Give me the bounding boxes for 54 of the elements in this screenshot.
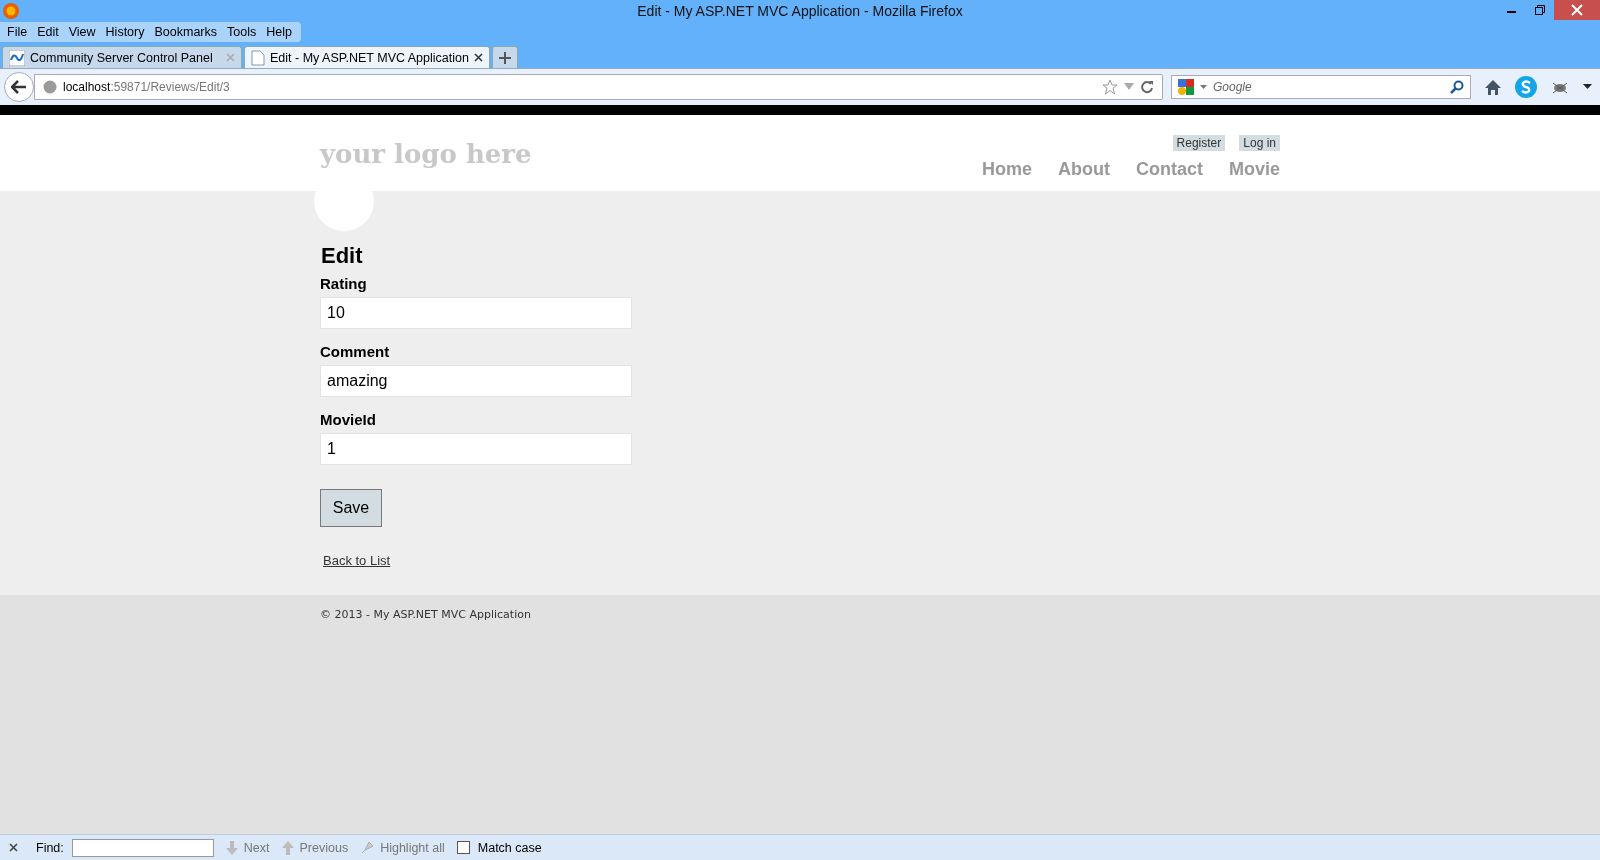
browser-tab[interactable]: Edit - My ASP.NET MVC Application — [244, 46, 490, 68]
close-button[interactable] — [1554, 0, 1600, 20]
search-field[interactable]: Google — [1171, 75, 1471, 99]
dropdown-icon[interactable] — [1200, 84, 1207, 90]
menu-item[interactable]: File — [2, 25, 33, 39]
up-arrow-icon — [281, 840, 294, 855]
highlighter-icon — [360, 840, 375, 855]
reload-icon[interactable] — [1140, 80, 1154, 94]
restore-icon[interactable] — [1535, 5, 1545, 15]
plus-icon — [499, 51, 511, 64]
menu-item[interactable]: Tools — [222, 25, 262, 39]
input-field[interactable]: 10 — [320, 297, 632, 329]
page-heading: Edit — [321, 243, 363, 269]
find-field[interactable] — [71, 838, 214, 857]
menu-item[interactable]: History — [100, 25, 150, 39]
next-button[interactable]: Next — [243, 840, 270, 855]
account-link[interactable]: Log in — [1239, 135, 1280, 151]
input-field[interactable]: amazing — [320, 365, 632, 397]
star-icon[interactable] — [1102, 79, 1118, 95]
close-icon[interactable] — [474, 53, 483, 62]
field-label: Rating — [320, 275, 367, 292]
browser-tab[interactable]: Community Server Control Panel — [2, 46, 242, 68]
close-icon — [1571, 4, 1583, 16]
menu-item[interactable]: Help — [261, 25, 297, 39]
page-icon — [251, 49, 265, 66]
save-button[interactable]: Save — [320, 489, 382, 527]
copyright-text: © 2013 - My ASP.NET MVC Application — [320, 608, 531, 621]
home-icon[interactable] — [1485, 79, 1501, 95]
account-link[interactable]: Register — [1172, 135, 1226, 151]
back-link[interactable]: Back to List — [323, 553, 391, 568]
close-icon[interactable] — [9, 843, 18, 852]
window-title: Edit - My ASP.NET MVC Application - Mozilla Firefox — [637, 3, 963, 19]
field-label: Comment — [320, 343, 390, 360]
back-arrow-icon — [11, 80, 27, 94]
find-label: Find: — [36, 840, 64, 855]
menu-item[interactable]: View — [63, 25, 101, 39]
search-icon[interactable] — [1450, 80, 1464, 94]
input-field[interactable]: 1 — [320, 433, 632, 465]
match-case-label[interactable]: Match case — [477, 840, 542, 855]
menu-item[interactable]: Bookmarks — [149, 25, 222, 39]
back-button[interactable] — [4, 72, 34, 102]
firefox-icon — [2, 2, 20, 20]
down-arrow-icon — [225, 840, 238, 855]
address-bar[interactable]: localhost:59871/Reviews/Edit/3 — [34, 74, 1163, 100]
caret-icon[interactable] — [1583, 84, 1592, 90]
bug-icon[interactable] — [1551, 80, 1569, 94]
new-tab-button[interactable] — [492, 46, 518, 68]
previous-button[interactable]: Previous — [299, 840, 349, 855]
field-label: MovieId — [320, 411, 376, 428]
skype-icon[interactable] — [1515, 76, 1537, 98]
menu-item[interactable]: Edit — [32, 25, 64, 39]
google-icon — [1178, 79, 1196, 95]
match-case-checkbox[interactable] — [456, 841, 470, 854]
highlight-all-button[interactable]: Highlight all — [380, 840, 445, 855]
